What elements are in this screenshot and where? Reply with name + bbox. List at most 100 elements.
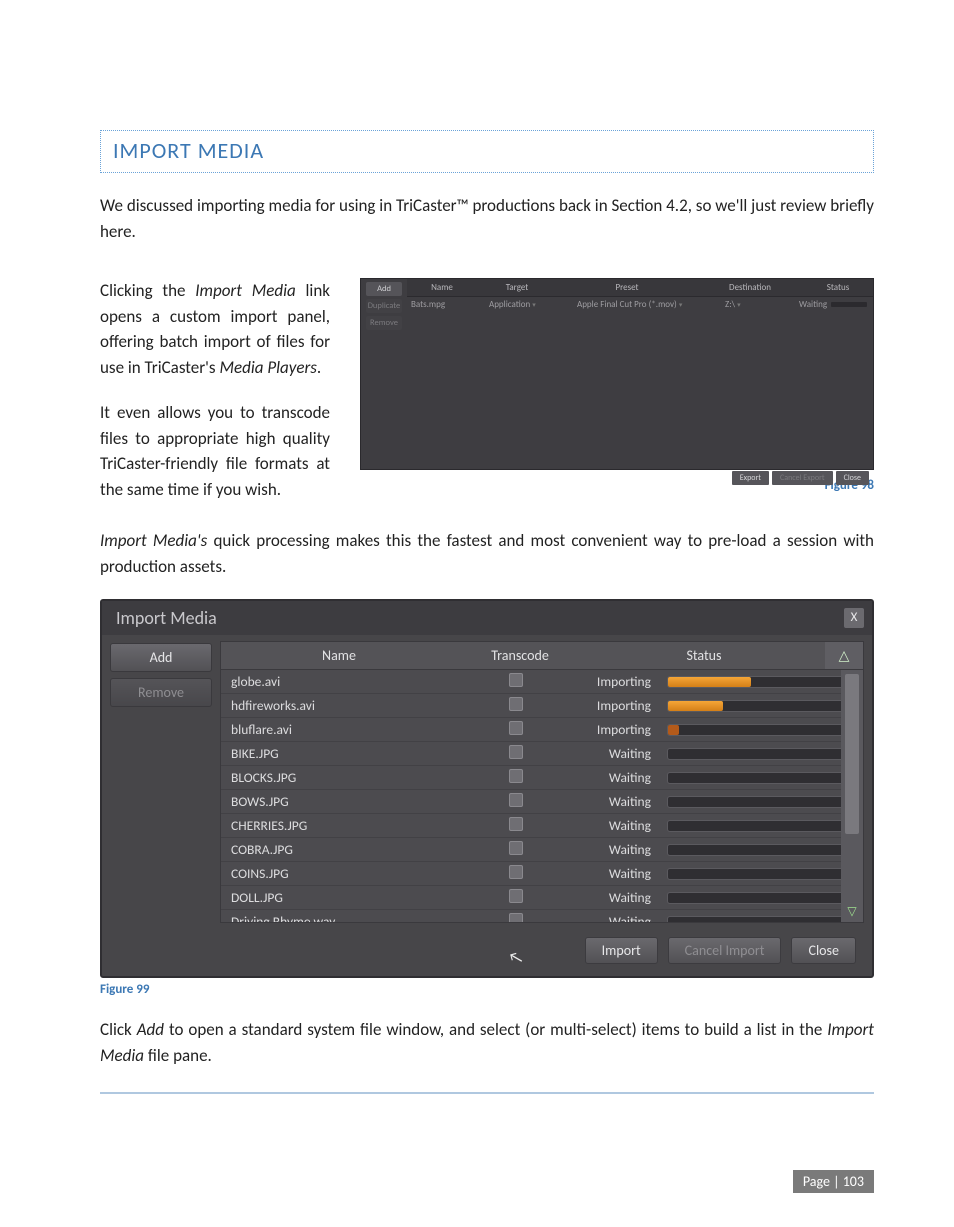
cell-status: Waiting	[571, 913, 657, 922]
checkbox[interactable]	[509, 769, 523, 783]
cell-progress	[657, 796, 863, 808]
cell-progress	[657, 868, 863, 880]
cell-status: Waiting	[571, 769, 657, 786]
fig98-col-target: Target	[477, 279, 557, 296]
fig98-add-button[interactable]: Add	[366, 282, 402, 296]
cell-status: Waiting	[571, 865, 657, 882]
cell-transcode	[461, 913, 571, 923]
cell-transcode	[461, 793, 571, 811]
checkbox[interactable]	[509, 745, 523, 759]
fig99-titlebar: Import Media X	[102, 601, 872, 635]
cell-progress	[657, 820, 863, 832]
cell-status: Importing	[571, 697, 657, 714]
fig99-import-button[interactable]: Import	[585, 937, 658, 964]
footer-rule	[100, 1092, 874, 1094]
checkbox[interactable]	[509, 721, 523, 735]
progress-bar	[667, 748, 853, 760]
progress-bar	[667, 700, 853, 712]
checkbox[interactable]	[509, 697, 523, 711]
table-row[interactable]: hdfireworks.avi Importing	[221, 694, 863, 718]
scroll-up-icon[interactable]: △	[825, 642, 863, 669]
table-row[interactable]: DOLL.JPG Waiting	[221, 886, 863, 910]
cell-status: Importing	[571, 673, 657, 690]
figure-99-caption: Figure 99	[100, 982, 874, 997]
table-row[interactable]: globe.aviImporting	[221, 670, 863, 694]
cell-name: Driving Rhyme.wav	[221, 910, 461, 922]
table-row[interactable]: COINS.JPGWaiting	[221, 862, 863, 886]
cell-transcode	[461, 889, 571, 907]
checkbox[interactable]	[509, 817, 523, 831]
cell-status: Waiting	[571, 889, 657, 906]
checkbox[interactable]	[509, 673, 523, 687]
cell-progress	[657, 772, 863, 784]
cell-progress	[657, 892, 863, 904]
table-row[interactable]: CHERRIES.JPGWaiting	[221, 814, 863, 838]
fig98-duplicate-button[interactable]: Duplicate	[366, 299, 402, 313]
cell-status: Waiting	[571, 793, 657, 810]
table-row[interactable]: bluflare.avi Importing	[221, 718, 863, 742]
cell-status: Waiting	[571, 817, 657, 834]
fig99-cancel-button[interactable]: Cancel Import	[668, 937, 782, 964]
checkbox[interactable]	[509, 913, 523, 923]
cell-name: BLOCKS.JPG	[221, 766, 461, 789]
progress-bar	[667, 868, 853, 880]
scrollbar-thumb[interactable]	[845, 674, 859, 834]
checkbox[interactable]	[509, 793, 523, 807]
intro-paragraph: We discussed importing media for using i…	[100, 193, 874, 244]
cell-transcode	[461, 769, 571, 787]
fig98-header-row: Name Target Preset Destination Status	[407, 279, 873, 297]
progress-bar	[667, 676, 853, 688]
cell-progress	[657, 676, 863, 688]
fig99-add-button[interactable]: Add	[110, 643, 212, 672]
cell-name: DOLL.JPG	[221, 886, 461, 909]
fig98-close-button[interactable]: Close	[836, 471, 869, 485]
fig98-remove-button[interactable]: Remove	[366, 316, 402, 330]
cell-transcode	[461, 865, 571, 883]
fig98-export-button[interactable]: Export	[732, 471, 769, 485]
col-transcode: Transcode	[457, 642, 583, 669]
scrollbar[interactable]: ▽	[841, 670, 863, 922]
fig98-cancel-button[interactable]: Cancel Export	[772, 471, 833, 485]
fig98-col-preset: Preset	[557, 279, 697, 296]
page-number: Page | 103	[793, 1170, 874, 1193]
table-row[interactable]: BOWS.JPGWaiting	[221, 790, 863, 814]
cell-transcode	[461, 673, 571, 691]
fig99-remove-button[interactable]: Remove	[110, 678, 212, 707]
checkbox[interactable]	[509, 865, 523, 879]
progress-bar	[667, 820, 853, 832]
cell-progress	[657, 700, 863, 712]
table-row[interactable]: COBRA.JPG Waiting	[221, 838, 863, 862]
cell-name: hdfireworks.avi	[221, 694, 461, 717]
dropdown-icon: ▾	[532, 300, 536, 309]
cell-transcode	[461, 817, 571, 835]
cell-transcode	[461, 841, 571, 859]
cell-status: Importing	[571, 721, 657, 738]
progress-bar	[667, 796, 853, 808]
col-status: Status	[583, 642, 825, 669]
left-paragraph-1: Clicking the Import Media link opens a c…	[100, 278, 330, 380]
scroll-down-icon[interactable]: ▽	[843, 904, 861, 922]
fig99-table: Name Transcode Status △ globe.aviImporti…	[220, 641, 864, 923]
checkbox[interactable]	[509, 841, 523, 855]
progress-bar	[667, 844, 853, 856]
progress-bar	[667, 772, 853, 784]
close-icon[interactable]: X	[844, 608, 864, 628]
checkbox[interactable]	[509, 889, 523, 903]
section-heading-box: IMPORT MEDIA	[100, 130, 874, 173]
fig99-close-button[interactable]: Close	[791, 937, 856, 964]
cell-progress	[657, 844, 863, 856]
cell-name: bluflare.avi	[221, 718, 461, 741]
cursor-icon: ↖	[507, 947, 526, 969]
table-row[interactable]: BIKE.JPGWaiting	[221, 742, 863, 766]
cell-progress	[657, 724, 863, 736]
fig99-header-row: Name Transcode Status △	[221, 642, 863, 670]
table-row[interactable]: BLOCKS.JPG Waiting	[221, 766, 863, 790]
cell-status: Waiting	[571, 841, 657, 858]
fig98-col-dest: Destination	[697, 279, 803, 296]
section-heading: IMPORT MEDIA	[113, 137, 264, 164]
cell-name: COBRA.JPG	[221, 838, 461, 861]
table-row[interactable]: Driving Rhyme.wav Waiting	[221, 910, 863, 922]
fig98-data-row[interactable]: Bats.mpg Application ▾ Apple Final Cut P…	[407, 297, 873, 312]
progress-bar	[831, 302, 867, 307]
left-paragraph-2: It even allows you to transcode files to…	[100, 400, 330, 502]
